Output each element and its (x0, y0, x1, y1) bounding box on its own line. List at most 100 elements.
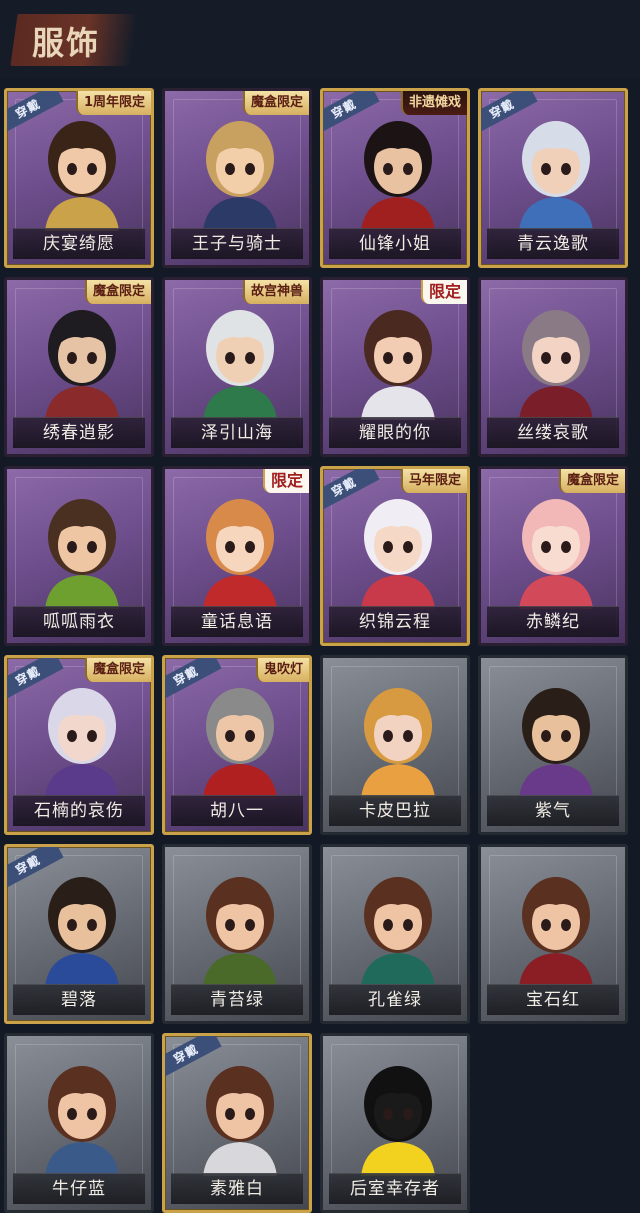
portrait-eye-right (87, 541, 97, 553)
outfit-name: 碧落 (13, 984, 145, 1015)
outfit-card[interactable]: 卡皮巴拉 (320, 655, 470, 835)
portrait-body (45, 1142, 119, 1176)
portrait-eye-left (67, 730, 77, 742)
portrait-eye-left (541, 919, 551, 931)
portrait-eye-left (383, 919, 393, 931)
header-bar: 服饰 (0, 0, 640, 78)
outfit-name: 丝缕哀歌 (487, 417, 619, 448)
outfit-card[interactable]: 魔盒限定 赤鳞纪 (478, 466, 628, 646)
outfit-card[interactable]: 青苔绿 (162, 844, 312, 1024)
outfit-name: 王子与骑士 (171, 228, 303, 259)
rarity-badge: 魔盒限定 (84, 280, 151, 304)
outfit-name: 卡皮巴拉 (329, 795, 461, 826)
portrait-eye-right (561, 919, 571, 931)
portrait-eye-right (245, 919, 255, 931)
portrait-eye-left (383, 163, 393, 175)
portrait-body (203, 575, 277, 609)
outfit-card[interactable]: 限定 耀眼的你 (320, 277, 470, 457)
outfit-card[interactable]: 限定 童话息语 (162, 466, 312, 646)
portrait-eye-left (225, 730, 235, 742)
outfit-name: 孔雀绿 (329, 984, 461, 1015)
portrait-eye-right (87, 1108, 97, 1120)
portrait-eye-right (245, 163, 255, 175)
portrait-body (361, 953, 435, 987)
outfit-name: 童话息语 (171, 606, 303, 637)
outfit-name: 呱呱雨衣 (13, 606, 145, 637)
portrait-body (519, 953, 593, 987)
character-portrait (45, 1066, 119, 1176)
rarity-badge: 马年限定 (400, 469, 467, 493)
portrait-eye-left (225, 163, 235, 175)
outfit-card[interactable]: 牛仔蓝 (4, 1033, 154, 1213)
outfit-card[interactable]: 穿戴 素雅白 (162, 1033, 312, 1213)
outfit-card[interactable]: 孔雀绿 (320, 844, 470, 1024)
portrait-eye-right (403, 730, 413, 742)
rarity-badge: 限定 (420, 280, 467, 304)
portrait-eye-left (541, 352, 551, 364)
portrait-body (361, 764, 435, 798)
character-portrait (45, 121, 119, 231)
portrait-eye-left (67, 163, 77, 175)
portrait-body (361, 575, 435, 609)
character-portrait (45, 310, 119, 420)
portrait-eye-right (561, 352, 571, 364)
portrait-body (361, 386, 435, 420)
portrait-eye-right (245, 1108, 255, 1120)
portrait-eye-left (383, 1108, 393, 1120)
outfit-card[interactable]: 穿戴 碧落 (4, 844, 154, 1024)
outfit-name: 泽引山海 (171, 417, 303, 448)
outfit-card[interactable]: 穿戴 1周年限定 庆宴绮愿 (4, 88, 154, 268)
outfit-name: 庆宴绮愿 (13, 228, 145, 259)
portrait-eye-left (541, 163, 551, 175)
portrait-eye-right (403, 919, 413, 931)
outfit-card[interactable]: 穿戴 马年限定 织锦云程 (320, 466, 470, 646)
character-portrait (519, 877, 593, 987)
character-portrait (361, 499, 435, 609)
outfit-card[interactable]: 宝石红 (478, 844, 628, 1024)
outfit-card[interactable]: 穿戴 青云逸歌 (478, 88, 628, 268)
outfit-card[interactable]: 呱呱雨衣 (4, 466, 154, 646)
portrait-body (45, 764, 119, 798)
portrait-eye-left (225, 919, 235, 931)
character-portrait (203, 121, 277, 231)
outfit-card[interactable]: 故宫神兽泽引山海 (162, 277, 312, 457)
outfit-card[interactable]: 魔盒限定 绣春逍影 (4, 277, 154, 457)
character-portrait (45, 688, 119, 798)
character-portrait (203, 310, 277, 420)
portrait-eye-right (87, 919, 97, 931)
outfit-card[interactable]: 穿戴 鬼吹灯 胡八一 (162, 655, 312, 835)
rarity-badge: 故宫神兽 (242, 280, 309, 304)
portrait-body (203, 197, 277, 231)
character-portrait (361, 877, 435, 987)
portrait-body (203, 953, 277, 987)
outfit-name: 织锦云程 (329, 606, 461, 637)
portrait-eye-left (67, 919, 77, 931)
outfit-name: 青云逸歌 (487, 228, 619, 259)
character-portrait (519, 121, 593, 231)
portrait-eye-right (403, 352, 413, 364)
outfit-card[interactable]: 穿戴 非遗傩戏 仙锋小姐 (320, 88, 470, 268)
portrait-body (519, 197, 593, 231)
outfit-card[interactable]: 魔盒限定 王子与骑士 (162, 88, 312, 268)
outfit-card[interactable]: 穿戴 魔盒限定 石楠的哀伤 (4, 655, 154, 835)
outfit-card[interactable]: 丝缕哀歌 (478, 277, 628, 457)
character-portrait (45, 877, 119, 987)
outfit-card[interactable]: 后室幸存者 (320, 1033, 470, 1213)
portrait-body (519, 764, 593, 798)
portrait-body (203, 764, 277, 798)
outfit-name: 宝石红 (487, 984, 619, 1015)
outfit-name: 赤鳞纪 (487, 606, 619, 637)
portrait-eye-right (245, 730, 255, 742)
character-portrait (519, 688, 593, 798)
character-portrait (203, 688, 277, 798)
character-portrait (361, 310, 435, 420)
portrait-body (361, 197, 435, 231)
portrait-eye-right (403, 163, 413, 175)
outfit-card[interactable]: 紫气 (478, 655, 628, 835)
portrait-eye-left (225, 352, 235, 364)
outfit-name: 紫气 (487, 795, 619, 826)
rarity-badge: 非遗傩戏 (400, 91, 467, 115)
portrait-eye-left (383, 730, 393, 742)
portrait-body (519, 386, 593, 420)
portrait-eye-right (87, 163, 97, 175)
